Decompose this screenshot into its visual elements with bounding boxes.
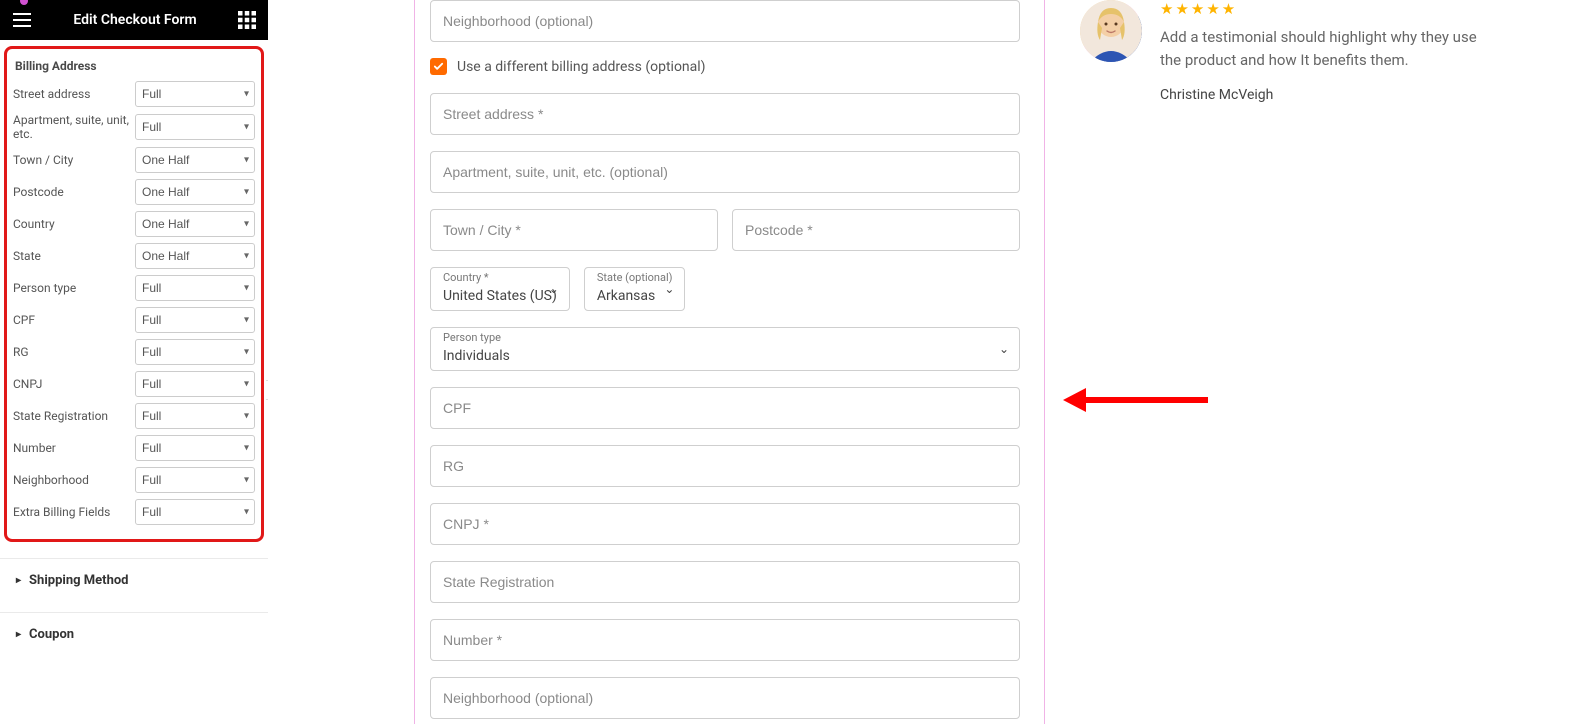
notification-dot-icon (20, 0, 28, 5)
select-cpf[interactable]: Full (135, 307, 255, 333)
label-neighborhood: Neighborhood (13, 473, 135, 487)
avatar (1080, 0, 1142, 62)
label-rg: RG (13, 345, 135, 359)
label-town: Town / City (13, 153, 135, 167)
row-apartment: Apartment, suite, unit, etc. Full▾ (13, 113, 255, 141)
billing-panel-title: Billing Address (15, 59, 255, 73)
row-number: Number Full▾ (13, 435, 255, 461)
chevron-down-icon: ⌄ (999, 342, 1009, 356)
row-person-type: Person type Full▾ (13, 275, 255, 301)
row-town: Town / City One Half▾ (13, 147, 255, 173)
select-town[interactable]: One Half (135, 147, 255, 173)
select-rg[interactable]: Full (135, 339, 255, 365)
annotation-arrow-icon (1058, 380, 1208, 424)
caret-right-icon: ▸ (16, 575, 21, 586)
section-shipping-label: Shipping Method (29, 573, 128, 588)
section-coupon-label: Coupon (29, 627, 74, 642)
label-postcode: Postcode (13, 185, 135, 199)
input-town[interactable] (430, 209, 718, 251)
label-country: Country (13, 217, 135, 231)
select-postcode[interactable]: One Half (135, 179, 255, 205)
sidebar-title: Edit Checkout Form (32, 12, 238, 28)
checkout-form-widget: Use a different billing address (optiona… (268, 0, 1040, 724)
sidebar-header: Edit Checkout Form (0, 0, 268, 40)
input-neighborhood[interactable] (430, 677, 1020, 719)
billing-address-panel: Billing Address Street address Full▾ Apa… (4, 46, 264, 542)
label-extra-billing: Extra Billing Fields (13, 505, 135, 519)
row-state: State One Half▾ (13, 243, 255, 269)
widgets-grid-icon[interactable] (238, 11, 256, 29)
input-street-address[interactable] (430, 93, 1020, 135)
label-state-registration: State Registration (13, 409, 135, 423)
label-cnpj: CNPJ (13, 377, 135, 391)
preview-canvas: Use a different billing address (optiona… (268, 0, 1570, 724)
state-float-label: State (optional) (597, 272, 673, 283)
label-apartment: Apartment, suite, unit, etc. (13, 113, 135, 141)
input-neighborhood-top[interactable] (430, 0, 1020, 42)
label-number: Number (13, 441, 135, 455)
country-float-label: Country * (443, 272, 557, 283)
input-cnpj[interactable] (430, 503, 1020, 545)
row-different-billing: Use a different billing address (optiona… (430, 58, 1020, 75)
chevron-down-icon: ⌄ (549, 282, 559, 296)
label-state: State (13, 249, 135, 263)
label-cpf: CPF (13, 313, 135, 327)
country-value: United States (US) (443, 288, 557, 304)
label-person-type: Person type (13, 281, 135, 295)
input-cpf[interactable] (430, 387, 1020, 429)
section-shipping-method[interactable]: ▸ Shipping Method (0, 558, 268, 602)
select-extra-billing[interactable]: Full (135, 499, 255, 525)
star-rating-icon: ★★★★★ (1160, 0, 1500, 18)
select-cnpj[interactable]: Full (135, 371, 255, 397)
testimonial-name: Christine McVeigh (1160, 87, 1500, 103)
select-person-type[interactable]: Full (135, 275, 255, 301)
select-state-field[interactable]: State (optional) Arkansas ⌄ (584, 267, 686, 311)
input-postcode[interactable] (732, 209, 1020, 251)
editor-sidebar: Edit Checkout Form Billing Address Stree… (0, 0, 268, 724)
select-street-address[interactable]: Full (135, 81, 255, 107)
testimonial-text: Add a testimonial should highlight why t… (1160, 26, 1500, 71)
select-person-type-field[interactable]: Person type Individuals ⌄ (430, 327, 1020, 371)
select-apartment[interactable]: Full (135, 114, 255, 140)
testimonial-block: ★★★★★ Add a testimonial should highlight… (1080, 0, 1500, 724)
row-state-registration: State Registration Full▾ (13, 403, 255, 429)
caret-right-icon: ▸ (16, 629, 21, 640)
person-value: Individuals (443, 348, 510, 364)
row-cpf: CPF Full▾ (13, 307, 255, 333)
testimonial-content: ★★★★★ Add a testimonial should highlight… (1160, 0, 1500, 724)
input-number[interactable] (430, 619, 1020, 661)
person-float-label: Person type (443, 332, 1007, 343)
select-country[interactable]: One Half (135, 211, 255, 237)
select-state[interactable]: One Half (135, 243, 255, 269)
state-value: Arkansas (597, 288, 655, 304)
row-street-address: Street address Full▾ (13, 81, 255, 107)
select-country-field[interactable]: Country * United States (US) ⌄ (430, 267, 570, 311)
label-street-address: Street address (13, 87, 135, 101)
row-cnpj: CNPJ Full▾ (13, 371, 255, 397)
row-extra-billing: Extra Billing Fields Full▾ (13, 499, 255, 525)
row-country: Country One Half▾ (13, 211, 255, 237)
checkbox-different-billing[interactable] (430, 58, 447, 75)
field-neighborhood-top (430, 0, 1020, 42)
row-rg: RG Full▾ (13, 339, 255, 365)
select-neighborhood[interactable]: Full (135, 467, 255, 493)
input-apartment[interactable] (430, 151, 1020, 193)
chevron-down-icon: ⌄ (664, 282, 674, 296)
select-number[interactable]: Full (135, 435, 255, 461)
row-neighborhood: Neighborhood Full▾ (13, 467, 255, 493)
label-different-billing: Use a different billing address (optiona… (457, 59, 706, 75)
section-coupon[interactable]: ▸ Coupon (0, 612, 268, 656)
menu-icon[interactable] (12, 10, 32, 30)
input-rg[interactable] (430, 445, 1020, 487)
select-state-registration[interactable]: Full (135, 403, 255, 429)
input-state-registration[interactable] (430, 561, 1020, 603)
row-postcode: Postcode One Half▾ (13, 179, 255, 205)
